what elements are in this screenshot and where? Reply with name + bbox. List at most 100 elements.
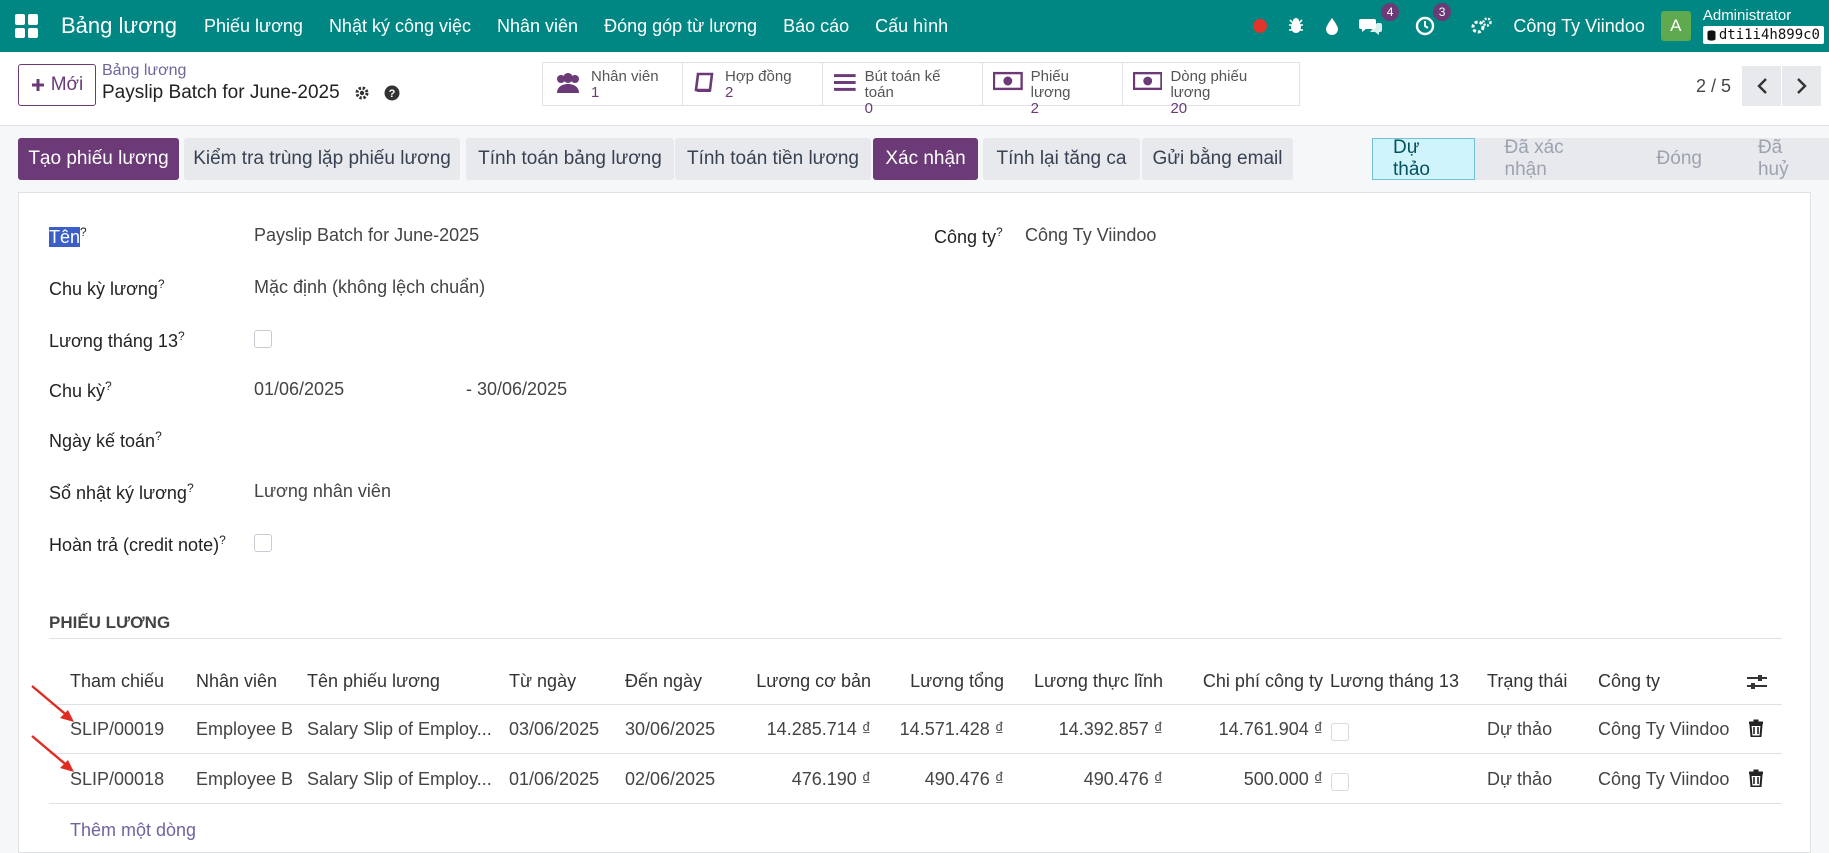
cell-employee: Employee B [196,769,294,789]
app-name[interactable]: Bảng lương [61,13,177,39]
period-label: Chu kỳ? [49,379,112,401]
thirteen-month-label: Lương tháng 13? [49,329,185,351]
table-row[interactable]: SLIP/00018 Employee B Salary Slip of Emp… [49,755,1782,804]
salary-cycle-field[interactable]: Mặc định (không lệch chuẩn) [254,277,485,298]
new-button[interactable]: Mới [18,64,96,106]
menu-payslips[interactable]: Phiếu lương [191,16,316,37]
chevron-left-icon [1756,78,1767,94]
cell-employee: Employee B [196,719,294,739]
section-title-payslips: PHIẾU LƯƠNG [49,613,171,632]
stage-confirmed[interactable]: Đã xác nhận [1474,137,1629,180]
pager-next-button[interactable] [1781,66,1821,106]
cell-status: Dự thảo [1487,719,1553,739]
accounting-date-label: Ngày kế toán? [49,429,162,451]
column-header-employee[interactable]: Nhân viên [196,671,277,692]
cell-date-from: 03/06/2025 [509,719,600,739]
cell-company: Công Ty Viindoo [1598,719,1730,739]
drop-icon[interactable] [1325,17,1339,35]
trash-icon[interactable] [1748,719,1764,737]
company-switch-icon[interactable] [1471,17,1493,35]
db-name: dti1i4h899c0 [1718,27,1820,43]
new-button-label: Mới [50,74,84,95]
column-header-date-from[interactable]: Từ ngày [509,671,576,692]
activities-icon[interactable]: 3 [1415,3,1452,36]
stat-button-contracts[interactable]: Hợp đồng 2 [683,63,823,105]
activities-badge: 3 [1432,3,1452,21]
cell-status: Dự thảo [1487,769,1553,789]
accounting-date-field[interactable] [254,429,554,451]
period-to-field[interactable]: - 30/06/2025 [466,379,567,400]
page-title: Payslip Batch for June-2025 ? [102,82,400,104]
stat-button-journal-entries[interactable]: Bút toán kế toán 0 [823,63,983,116]
help-icon[interactable]: ? [384,85,400,101]
thirteen-month-checkbox[interactable] [254,330,272,348]
cell-date-from: 01/06/2025 [509,769,600,789]
status-bar: Dự thảo Đã xác nhận Đóng Đã huỷ [1372,137,1829,180]
cell-thirteen-month-checkbox [1331,773,1349,791]
smart-buttons: Nhân viên 1 Hợp đồng 2 Bút toán kế toán 0 P… [542,62,1300,116]
menu-config[interactable]: Cấu hình [862,16,961,37]
database-icon [1707,29,1716,41]
compute-sheet-button[interactable]: Tính toán bảng lương [466,138,674,180]
column-header-thirteen-month[interactable]: Lương tháng 13 [1330,671,1459,692]
section-divider [49,638,1782,639]
company-switcher[interactable]: Công Ty Viindoo [1513,16,1644,37]
salary-cycle-label: Chu kỳ lương? [49,277,165,299]
column-header-payslip-name[interactable]: Tên phiếu lương [307,671,440,692]
column-settings-icon[interactable] [1746,673,1768,691]
add-line-link[interactable]: Thêm một dòng [70,820,196,841]
cell-gross-wage: 490.476 ₫ [924,769,1004,789]
stat-button-employees[interactable]: Nhân viên 1 [543,63,683,105]
pager: 2 / 5 [1696,66,1821,106]
menu-reports[interactable]: Báo cáo [770,16,862,37]
column-header-gross-wage[interactable]: Lương tổng [889,671,1004,692]
confirm-button[interactable]: Xác nhận [873,138,978,180]
stage-closed[interactable]: Đóng [1628,138,1730,180]
pager-value[interactable]: 2 / 5 [1696,76,1731,97]
column-header-status[interactable]: Trạng thái [1487,671,1567,692]
cell-reference: SLIP/00018 [70,769,165,789]
trash-icon[interactable] [1748,769,1764,787]
credit-note-checkbox[interactable] [254,534,272,552]
breadcrumb[interactable]: Bảng lương [102,62,186,80]
apps-menu-icon[interactable] [15,14,39,38]
menu-employees[interactable]: Nhân viên [484,16,591,37]
period-from-field[interactable]: 01/06/2025 [254,379,344,400]
cell-date-to: 02/06/2025 [625,769,716,789]
recompute-overtime-button[interactable]: Tính lại tăng ca [983,138,1140,180]
db-name-badge: dti1i4h899c0 [1702,26,1824,44]
pager-previous-button[interactable] [1741,66,1781,106]
name-field[interactable]: Payslip Batch for June-2025 [254,225,479,246]
avatar[interactable]: A [1660,11,1691,41]
column-header-net-wage[interactable]: Lương thực lĩnh [1009,671,1163,692]
menu-worklog[interactable]: Nhật ký công việc [316,16,484,37]
compute-salary-button[interactable]: Tính toán tiền lương [675,138,871,180]
stat-button-payslip-lines[interactable]: Dòng phiếu lương 20 [1123,63,1299,116]
stage-draft[interactable]: Dự thảo [1372,137,1475,180]
cell-payslip-name: Salary Slip of Employ... [307,719,492,739]
column-header-reference[interactable]: Tham chiếu [70,671,164,692]
stat-button-payslips[interactable]: Phiếu lương 2 [983,63,1123,116]
user-menu[interactable]: Administrator dti1i4h899c0 [1702,7,1824,44]
column-header-date-to[interactable]: Đến ngày [625,671,702,692]
cell-basic-wage: 14.285.714 ₫ [766,719,871,739]
check-duplicate-button[interactable]: Kiểm tra trùng lặp phiếu lương [184,138,460,180]
journal-field[interactable]: Lương nhân viên [254,481,391,502]
user-name: Administrator [1702,7,1792,24]
column-header-basic-wage[interactable]: Lương cơ bản [739,671,871,692]
menu-contributions[interactable]: Đóng góp từ lương [591,16,770,37]
column-header-company-cost[interactable]: Chi phí công ty [1169,671,1323,692]
company-field[interactable]: Công Ty Viindoo [1025,225,1156,246]
bug-icon[interactable] [1287,17,1305,35]
users-icon [557,73,579,93]
create-payslips-button[interactable]: Tạo phiếu lương [18,138,179,180]
send-email-button[interactable]: Gửi bằng email [1142,138,1293,180]
record-dot-icon[interactable] [1253,19,1268,33]
column-header-company[interactable]: Công ty [1598,671,1660,692]
gear-icon[interactable] [354,85,370,101]
table-row[interactable]: SLIP/00019 Employee B Salary Slip of Emp… [49,705,1782,754]
stage-cancelled[interactable]: Đã huỷ [1729,137,1829,180]
messages-icon[interactable]: 4 [1359,3,1400,36]
svg-text:?: ? [388,88,395,100]
messages-badge: 4 [1380,3,1400,21]
